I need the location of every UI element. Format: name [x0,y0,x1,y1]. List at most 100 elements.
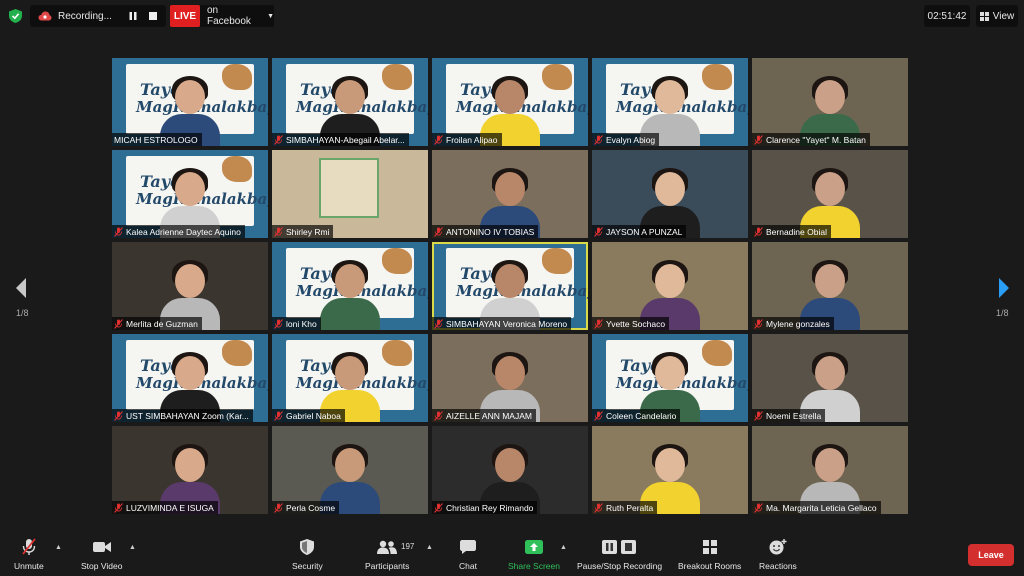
microphone-muted-icon [754,502,763,513]
participant-nameplate: Froilan Alipao [432,133,502,146]
participant-video-tile[interactable]: TayoMagKamalakbayFroilan Alipao [432,58,588,146]
shield-check-icon[interactable] [9,9,22,23]
share-options-caret-icon[interactable]: ▲ [560,544,567,551]
participant-video-tile[interactable]: TayoMagKamalakbayMICAH ESTROLOGO [112,58,268,146]
participant-name: JAYSON A PUNZAL [606,226,683,237]
pause-stop-recording-label: Pause/Stop Recording [577,561,663,571]
leave-button[interactable]: Leave [968,544,1014,566]
reactions-button[interactable]: Reactions [759,538,797,571]
participant-video-tile[interactable]: TayoMagKamalakbayEvalyn Abiog [592,58,748,146]
participant-video-tile[interactable]: Merlita de Guzman [112,242,268,330]
participant-video-tile[interactable]: Yvette Sochaco [592,242,748,330]
participant-name: Coleen Candelario [606,410,677,421]
participant-video-tile[interactable]: Christian Rey Rimando [432,426,588,514]
stop-recording-icon[interactable] [144,7,162,25]
participant-name: Mylene gonzales [766,318,830,329]
participant-video-tile[interactable]: TayoMagKamalakbayloni Kho [272,242,428,330]
share-screen-button[interactable]: Share Screen [508,538,560,571]
unmute-button[interactable]: Unmute [14,538,44,571]
participant-nameplate: Ruth Peralta [592,501,658,514]
participant-video-tile[interactable]: Bernadine Obial [752,150,908,238]
participant-nameplate: JAYSON A PUNZAL [592,225,687,238]
participant-video-tile[interactable]: Perla Cosme [272,426,428,514]
participant-nameplate: Shirley Rmi [272,225,334,238]
participant-video-tile[interactable]: Shirley Rmi [272,150,428,238]
participant-nameplate: SIMBAHAYAN Veronica Moreno [432,317,572,330]
microphone-muted-icon [434,502,443,513]
participant-name: SIMBAHAYAN-Abegail Abelar... [286,134,405,145]
participant-video-tile[interactable]: TayoMagKamalakbayKalea Adrienne Daytec A… [112,150,268,238]
participant-nameplate: LUZVIMINDA E ISUGA [112,501,218,514]
share-screen-label: Share Screen [508,561,560,571]
participant-name: LUZVIMINDA E ISUGA [126,502,214,513]
microphone-muted-icon [114,502,123,513]
participant-name: MICAH ESTROLOGO [114,134,198,145]
participant-nameplate: Coleen Candelario [592,409,681,422]
participant-video-tile[interactable]: Mylene gonzales [752,242,908,330]
video-options-caret-icon[interactable]: ▲ [129,544,136,551]
participant-video-tile[interactable]: Ruth Peralta [592,426,748,514]
participant-video-tile[interactable]: Noemi Estrella [752,334,908,422]
breakout-rooms-button[interactable]: Breakout Rooms [678,538,741,571]
audio-options-caret-icon[interactable]: ▲ [55,544,62,551]
microphone-muted-icon [754,318,763,329]
participant-name: Kalea Adrienne Daytec Aquino [126,226,241,237]
chat-button[interactable]: Chat [458,538,478,571]
participant-video-tile[interactable]: TayoMagKamalakbayUST SIMBAHAYAN Zoom (Ka… [112,334,268,422]
participant-video-tile[interactable]: JAYSON A PUNZAL [592,150,748,238]
participant-video-tile[interactable]: TayoMagKamalakbaySIMBAHAYAN-Abegail Abel… [272,58,428,146]
participant-nameplate: loni Kho [272,317,321,330]
participants-options-caret-icon[interactable]: ▲ [426,544,433,551]
participant-name: Froilan Alipao [446,134,498,145]
microphone-muted-icon [594,134,603,145]
microphone-muted-icon [114,318,123,329]
participant-video-tile[interactable]: AIZELLE ANN MAJAM [432,334,588,422]
microphone-muted-icon [754,226,763,237]
stop-video-button[interactable]: Stop Video [81,538,122,571]
participant-nameplate: Mylene gonzales [752,317,834,330]
previous-page-arrow-icon[interactable] [12,276,32,300]
banner-hands-graphic [382,340,412,366]
banner-hands-graphic [382,64,412,90]
participant-name: Evalyn Abiog [606,134,656,145]
participant-name: SIMBAHAYAN Veronica Moreno [446,318,568,329]
participant-video-tile[interactable]: TayoMagKamalakbayGabriel Naboa [272,334,428,422]
next-page-arrow-icon[interactable] [993,276,1013,300]
participant-nameplate: Clarence "Yayet" M. Batan [752,133,870,146]
pause-stop-recording-button[interactable]: Pause/Stop Recording [577,538,662,571]
participant-name: ANTONINO IV TOBIAS [446,226,535,237]
participant-name: loni Kho [286,318,317,329]
participant-video-tile[interactable]: Ma. Margarita Leticia Gellaco [752,426,908,514]
participant-nameplate: Kalea Adrienne Daytec Aquino [112,225,245,238]
live-destination-dropdown[interactable]: on Facebook ▼ [200,5,274,27]
participant-nameplate: AIZELLE ANN MAJAM [432,409,536,422]
meeting-toolbar: Unmute ▲ Stop Video ▲ Security Participa… [0,532,1024,576]
microphone-muted-icon [274,318,283,329]
participant-video-tile[interactable]: TayoMagKamalakbaySIMBAHAYAN Veronica Mor… [432,242,588,330]
microphone-muted-icon [434,134,443,145]
microphone-muted-icon [19,538,39,556]
security-shield-icon [297,538,317,556]
participant-video-tile[interactable]: ANTONINO IV TOBIAS [432,150,588,238]
participant-nameplate: Noemi Estrella [752,409,826,422]
microphone-muted-icon [754,134,763,145]
cloud-record-icon [38,11,52,21]
participant-video-tile[interactable]: LUZVIMINDA E ISUGA [112,426,268,514]
pause-recording-icon[interactable] [124,7,142,25]
participant-nameplate: Christian Rey Rimando [432,501,538,514]
participant-nameplate: Evalyn Abiog [592,133,660,146]
view-button[interactable]: View [976,5,1018,27]
participant-name: UST SIMBAHAYAN Zoom (Kar... [126,410,249,421]
participant-name: Merlita de Guzman [126,318,198,329]
microphone-muted-icon [594,410,603,421]
participant-name: Clarence "Yayet" M. Batan [766,134,866,145]
microphone-muted-icon [274,410,283,421]
microphone-muted-icon [274,134,283,145]
banner-hands-graphic [542,248,572,274]
microphone-muted-icon [594,226,603,237]
participant-name: AIZELLE ANN MAJAM [446,410,532,421]
participant-video-tile[interactable]: Clarence "Yayet" M. Batan [752,58,908,146]
participant-video-tile[interactable]: TayoMagKamalakbayColeen Candelario [592,334,748,422]
security-button[interactable]: Security [292,538,323,571]
microphone-muted-icon [434,318,443,329]
